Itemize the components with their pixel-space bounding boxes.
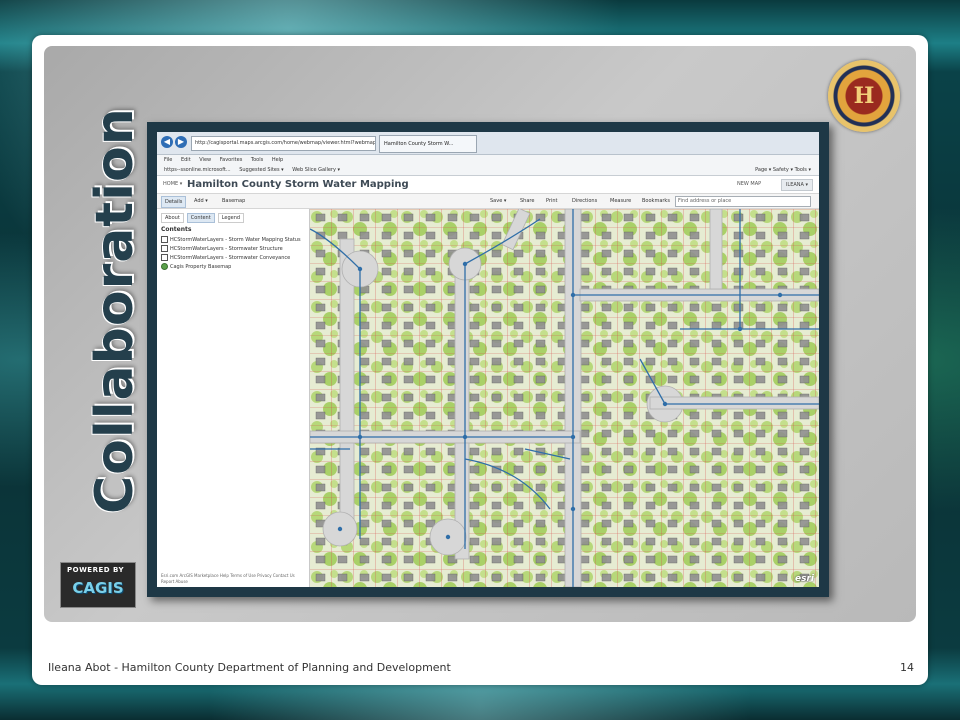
badge-brand-text: CAGIS: [72, 579, 124, 597]
details-side-panel: About Content Legend Contents HCStormWater…: [157, 209, 310, 587]
favorite-link-3[interactable]: Web Slice Gallery ▾: [292, 167, 340, 173]
layer-checkbox[interactable]: [161, 254, 168, 261]
esri-attribution: esri: [795, 574, 814, 584]
measure-button[interactable]: Measure: [607, 196, 634, 206]
menu-edit[interactable]: Edit: [181, 157, 191, 163]
forward-button[interactable]: ▶: [175, 136, 187, 148]
layer-label: Cagis Property Basemap: [170, 264, 232, 270]
layer-checkbox[interactable]: [161, 245, 168, 252]
slide-page-number: 14: [900, 661, 914, 674]
browser-screenshot: ◀ ▶ http://cagisportal.maps.arcgis.com/h…: [157, 132, 819, 587]
add-button[interactable]: Add ▾: [191, 196, 211, 206]
side-footer-links: Esri.com ArcGIS Marketplace Help Terms o…: [161, 573, 295, 584]
layer-item[interactable]: Cagis Property Basemap: [161, 263, 231, 271]
share-button[interactable]: Share: [517, 196, 537, 206]
browser-tab[interactable]: Hamilton County Storm W...: [379, 135, 477, 153]
layer-item[interactable]: HCStormWaterLayers - Storm Water Mapping…: [161, 236, 301, 244]
browser-address-bar: ◀ ▶ http://cagisportal.maps.arcgis.com/h…: [157, 132, 819, 155]
tab-legend[interactable]: Legend: [217, 213, 245, 223]
map-view[interactable]: esri: [310, 209, 819, 587]
screenshot-frame: ◀ ▶ http://cagisportal.maps.arcgis.com/h…: [147, 122, 829, 597]
new-map-button[interactable]: NEW MAP: [737, 181, 761, 187]
map-title: Hamilton County Storm Water Mapping: [187, 179, 409, 190]
browser-menu-bar: File Edit View Favorites Tools Help: [157, 155, 819, 165]
map-toolbar: Details Add ▾ Basemap Save ▾ Share Print…: [157, 194, 819, 209]
menu-file[interactable]: File: [164, 157, 172, 163]
print-button[interactable]: Print: [543, 196, 561, 206]
layer-label: HCStormWaterLayers - Stormwater Conveyan…: [170, 255, 291, 261]
seal-letter: H: [853, 83, 875, 109]
favorite-link-2[interactable]: Suggested Sites ▾: [239, 167, 283, 173]
layer-item[interactable]: HCStormWaterLayers - Stormwater Conveyan…: [161, 254, 290, 262]
layer-item[interactable]: HCStormWaterLayers - Stormwater Structur…: [161, 245, 283, 253]
directions-button[interactable]: Directions: [569, 196, 600, 206]
menu-tools[interactable]: Tools: [251, 157, 263, 163]
layer-checkbox[interactable]: [161, 236, 168, 243]
tab-content[interactable]: Content: [186, 213, 215, 223]
find-address-input[interactable]: Find address or place: [675, 196, 811, 207]
bookmarks-button[interactable]: Bookmarks: [639, 196, 673, 206]
user-menu[interactable]: ILEANA ▾: [781, 179, 813, 191]
app-header: HOME ▾ Hamilton County Storm Water Mappi…: [157, 176, 819, 194]
tab-about[interactable]: About: [161, 213, 184, 223]
back-button[interactable]: ◀: [161, 136, 173, 148]
save-button[interactable]: Save ▾: [487, 196, 509, 206]
browser-right-tools[interactable]: Page ▾ Safety ▾ Tools ▾: [755, 165, 811, 175]
details-button[interactable]: Details: [161, 196, 187, 208]
county-seal-logo: H: [828, 60, 900, 132]
badge-top-text: POWERED BY: [67, 566, 125, 574]
favorites-bar: https--ssonline.microsoft... Suggested S…: [157, 165, 819, 176]
url-field[interactable]: http://cagisportal.maps.arcgis.com/home/…: [191, 136, 376, 151]
layer-label: HCStormWaterLayers - Storm Water Mapping…: [170, 237, 301, 243]
home-menu[interactable]: HOME ▾: [163, 181, 182, 187]
slide-footer: Ileana Abot - Hamilton County Department…: [48, 661, 451, 674]
favorite-link-1[interactable]: https--ssonline.microsoft...: [164, 167, 231, 173]
menu-favorites[interactable]: Favorites: [220, 157, 243, 163]
side-tabs: About Content Legend: [161, 213, 247, 223]
menu-help[interactable]: Help: [272, 157, 283, 163]
contents-heading: Contents: [161, 226, 192, 233]
layer-label: HCStormWaterLayers - Stormwater Structur…: [170, 246, 283, 252]
basemap-button[interactable]: Basemap: [219, 196, 248, 206]
basemap-layer-icon: [161, 263, 168, 270]
menu-view[interactable]: View: [199, 157, 211, 163]
powered-by-cagis-badge: POWERED BY CAGIS: [60, 562, 136, 608]
storm-water-map[interactable]: [310, 209, 819, 587]
